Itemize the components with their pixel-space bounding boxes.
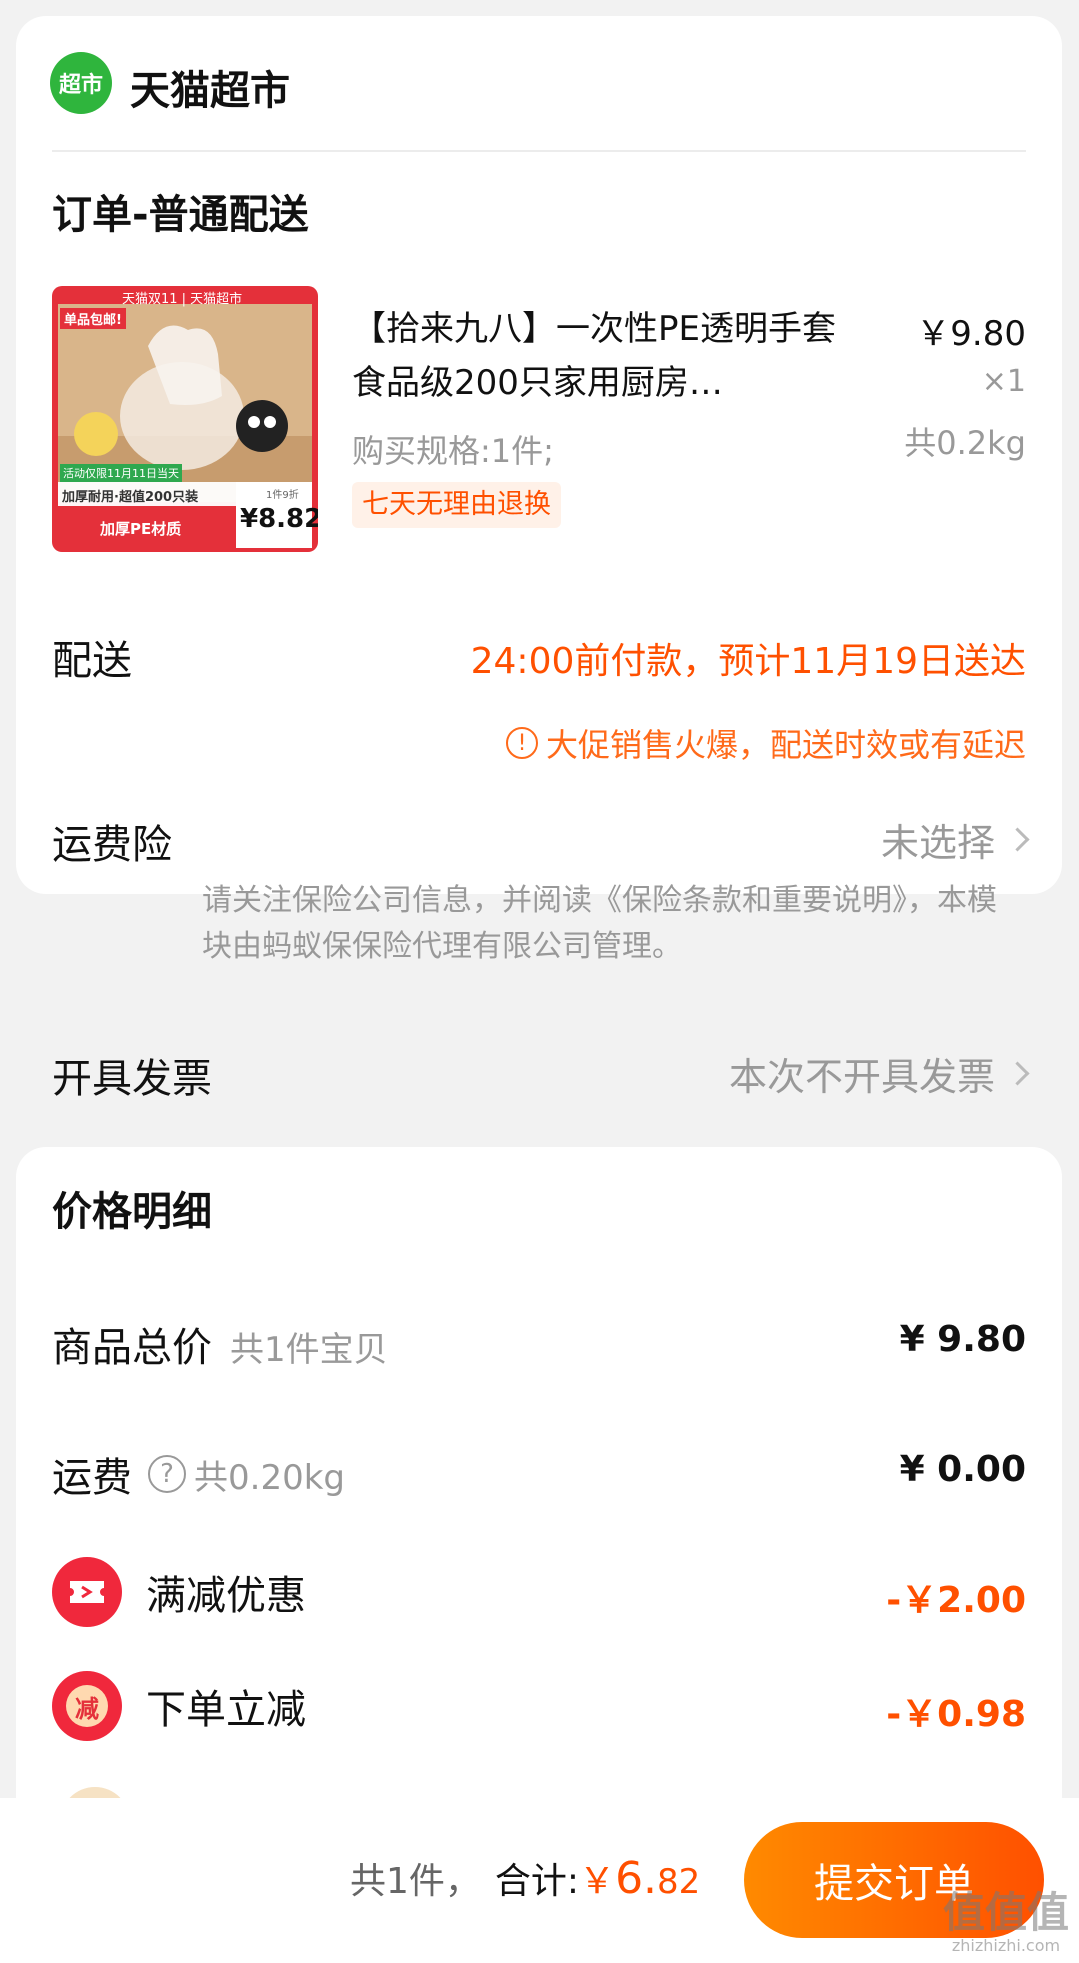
product-thumbnail[interactable]: 天猫双11 | 天猫超市 单品包邮! 活动仅限11月11日当天 加厚耐用·超值2…	[52, 286, 318, 552]
total-decimal: 82	[657, 1862, 701, 1902]
shipping-row: 运费 ? 共0.20kg	[52, 1445, 345, 1503]
image-corner-tag: 单品包邮!	[60, 308, 126, 329]
price-details-title: 价格明细	[52, 1189, 212, 1235]
image-activity-text: 活动仅限11月11日当天	[60, 464, 182, 482]
image-feature-text: 加厚耐用·超值200只装	[62, 490, 199, 505]
product-weight: 共0.2kg	[904, 424, 1026, 462]
store-name[interactable]: 天猫超市	[130, 58, 290, 116]
image-promo-price: ¥8.82	[240, 504, 318, 534]
image-top-banner: 天猫双11 | 天猫超市	[122, 292, 243, 307]
image-material-text: 加厚PE材质	[100, 520, 182, 538]
product-title[interactable]: 【拾来九八】一次性PE透明手套食品级200只家用厨房…	[352, 302, 852, 410]
instant-reduction-label: 下单立减	[146, 1687, 306, 1733]
divider	[52, 150, 1026, 152]
shipping-weight: 共0.20kg	[194, 1457, 345, 1498]
product-spec: 购买规格:1件;	[352, 432, 554, 470]
chevron-right-icon	[1005, 827, 1030, 852]
full-reduction-row: 满减优惠	[52, 1557, 306, 1627]
instant-reduction-row: 减 下单立减	[52, 1671, 306, 1741]
watermark: 值值值 zhizhizhi.com	[942, 1888, 1069, 1956]
product-price: ￥9.80	[916, 314, 1026, 354]
product-quantity: ×1	[981, 364, 1026, 399]
image-discount-note: 1件9折	[266, 490, 299, 501]
total-currency: ￥	[579, 1861, 616, 1902]
order-card: 超市 天猫超市 订单-普通配送 天猫双11 | 天猫超市 单品包邮! 活动仅限1…	[16, 16, 1062, 1102]
coupon-icon	[52, 1557, 122, 1627]
total-label: 合计:	[494, 1861, 580, 1902]
invoice-value: 本次不开具发票	[728, 1055, 995, 1099]
total-integer: 6.	[615, 1853, 658, 1904]
goods-total-count: 共1件宝贝	[230, 1330, 388, 1370]
watermark-logo: 值值值	[942, 1888, 1069, 1937]
insurance-value: 未选择	[880, 821, 995, 865]
shipping-label: 运费	[52, 1455, 132, 1501]
goods-total-row: 商品总价 共1件宝贝	[52, 1315, 388, 1373]
goods-total-label: 商品总价	[52, 1325, 212, 1371]
delivery-label: 配送	[52, 638, 132, 684]
reduction-icon-text: 减	[66, 1685, 108, 1727]
return-policy-tag: 七天无理由退换	[352, 482, 561, 528]
info-icon: !	[505, 727, 538, 759]
order-total: 共1件， 合计: ￥ 6. 82	[350, 1852, 700, 1904]
price-details-card: 价格明细 商品总价 共1件宝贝 ¥ 9.80 运费 ? 共0.20kg ¥ 0.…	[16, 1147, 1062, 1857]
chevron-right-icon	[1005, 1061, 1030, 1086]
store-logo-text: 超市	[58, 73, 103, 98]
invoice-label: 开具发票	[52, 1056, 212, 1102]
invoice-selector[interactable]: 本次不开具发票	[728, 1046, 1030, 1101]
instant-reduction-value: -￥0.98	[886, 1694, 1026, 1735]
item-count: 共1件，	[350, 1861, 481, 1902]
store-logo[interactable]: 超市	[50, 52, 112, 114]
delivery-estimate: 24:00前付款，预计11月19日送达	[470, 641, 1026, 682]
insurance-note: 请关注保险公司信息，并阅读《保险条款和重要说明》，本模块由蚂蚁保保险代理有限公司…	[202, 883, 997, 964]
insurance-selector[interactable]: 未选择	[880, 812, 1030, 867]
question-icon[interactable]: ?	[148, 1455, 186, 1493]
checkout-bar: 共1件， 合计: ￥ 6. 82 提交订单 值值值 zhizhizhi.com	[0, 1798, 1079, 1963]
shipping-value: ¥ 0.00	[899, 1449, 1026, 1490]
reduction-icon: 减	[52, 1671, 122, 1741]
delivery-delay-note: ! 大促销售火爆，配送时效或有延迟	[505, 720, 1026, 766]
goods-total-value: ¥ 9.80	[899, 1319, 1026, 1360]
order-section-title: 订单-普通配送	[52, 192, 309, 238]
full-reduction-label: 满减优惠	[146, 1573, 306, 1619]
watermark-url: zhizhizhi.com	[951, 1936, 1061, 1955]
full-reduction-value: -￥2.00	[886, 1580, 1026, 1621]
delay-note-text: 大促销售火爆，配送时效或有延迟	[545, 726, 1026, 764]
insurance-label: 运费险	[52, 822, 172, 868]
